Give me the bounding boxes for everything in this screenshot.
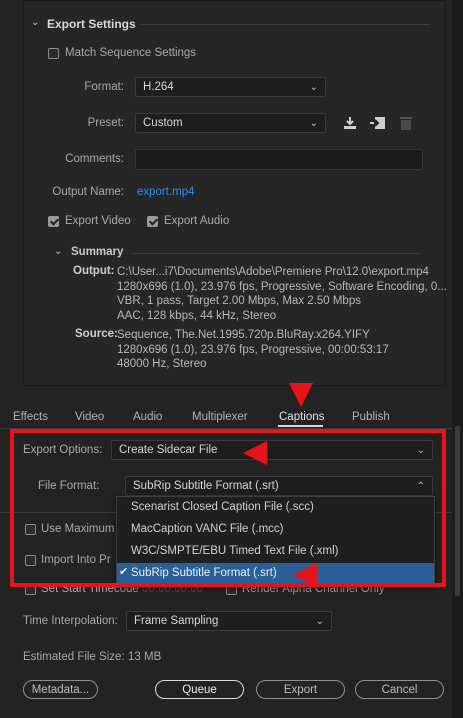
time-interpolation-value: Frame Sampling bbox=[134, 615, 219, 627]
format-value: H.264 bbox=[143, 81, 174, 93]
tab-multiplexer[interactable]: Multiplexer bbox=[192, 411, 248, 423]
summary-divider bbox=[131, 253, 421, 254]
tab-audio[interactable]: Audio bbox=[133, 411, 162, 423]
estimated-size-label: Estimated File Size: bbox=[23, 651, 125, 663]
captions-tab-underline bbox=[278, 425, 323, 427]
format-dropdown[interactable]: H.264 ⌄ bbox=[135, 77, 326, 97]
summary-source-block: Sequence, The.Net.1995.720p.BluRay.x264.… bbox=[117, 328, 437, 372]
annotation-arrow-left bbox=[243, 441, 267, 465]
tab-effects[interactable]: Effects bbox=[13, 411, 48, 423]
summary-source-line: 1280x696 (1.0), 23.976 fps, Progressive,… bbox=[117, 343, 389, 356]
summary-title: Summary bbox=[71, 246, 124, 258]
metadata-button[interactable]: Metadata... bbox=[23, 680, 98, 699]
export-audio-label: Export Audio bbox=[164, 215, 230, 227]
annotation-arrow-left bbox=[293, 563, 317, 587]
queue-button[interactable]: Queue bbox=[155, 680, 244, 699]
output-name-link[interactable]: export.mp4 bbox=[137, 186, 195, 198]
preset-value: Custom bbox=[143, 117, 183, 129]
summary-output-line: 1280x696 (1.0), 23.976 fps, Progressive,… bbox=[117, 280, 447, 293]
match-sequence-label: Match Sequence Settings bbox=[65, 47, 197, 59]
tab-video[interactable]: Video bbox=[75, 411, 104, 423]
section-collapse-chevron-icon[interactable]: ⌄ bbox=[31, 17, 39, 28]
comments-label: Comments: bbox=[65, 153, 124, 165]
chevron-down-icon: ⌄ bbox=[309, 82, 318, 93]
time-interpolation-label: Time Interpolation: bbox=[23, 615, 118, 627]
estimated-size-value: 13 MB bbox=[128, 651, 162, 663]
summary-output-label: Output: bbox=[73, 265, 115, 277]
tab-captions[interactable]: Captions bbox=[279, 411, 324, 423]
preset-dropdown[interactable]: Custom ⌄ bbox=[135, 113, 326, 133]
summary-output-line: VBR, 1 pass, Target 2.00 Mbps, Max 2.50 … bbox=[117, 295, 361, 307]
summary-source-line: Sequence, The.Net.1995.720p.BluRay.x264.… bbox=[117, 329, 370, 341]
section-divider bbox=[140, 24, 430, 25]
annotation-highlight-box bbox=[10, 429, 446, 587]
cancel-button[interactable]: Cancel bbox=[355, 680, 444, 699]
summary-output-line: C:\User...i7\Documents\Adobe\Premiere Pr… bbox=[117, 266, 429, 278]
summary-output-line: AAC, 128 kbps, 44 kHz, Stereo bbox=[117, 309, 277, 322]
time-interpolation-dropdown[interactable]: Frame Sampling ⌄ bbox=[126, 611, 332, 631]
chevron-down-icon: ⌄ bbox=[315, 616, 324, 627]
chevron-down-icon: ⌄ bbox=[309, 118, 318, 129]
download-icon[interactable] bbox=[342, 115, 358, 131]
export-button[interactable]: Export bbox=[256, 680, 345, 699]
scrollbar-track[interactable] bbox=[452, 0, 463, 718]
summary-collapse-chevron-icon[interactable]: ⌄ bbox=[54, 246, 62, 257]
preset-label: Preset: bbox=[87, 117, 124, 129]
trash-icon[interactable] bbox=[399, 115, 413, 131]
export-settings-title: Export Settings bbox=[47, 17, 136, 31]
tab-publish[interactable]: Publish bbox=[352, 411, 390, 423]
export-video-label: Export Video bbox=[65, 215, 131, 227]
annotation-arrow-down bbox=[289, 383, 313, 407]
comments-input[interactable] bbox=[135, 149, 423, 170]
export-video-checkbox[interactable] bbox=[48, 216, 59, 227]
output-name-label: Output Name: bbox=[52, 186, 124, 198]
format-label: Format: bbox=[84, 81, 124, 93]
export-audio-checkbox[interactable] bbox=[147, 216, 158, 227]
summary-source-label: Source: bbox=[75, 328, 118, 340]
import-preset-icon[interactable] bbox=[369, 115, 387, 131]
match-sequence-checkbox[interactable] bbox=[48, 48, 59, 59]
scrollbar-thumb[interactable] bbox=[455, 426, 460, 596]
summary-output-block: C:\User...i7\Documents\Adobe\Premiere Pr… bbox=[117, 265, 447, 323]
summary-source-line: 48000 Hz, Stereo bbox=[117, 358, 207, 370]
